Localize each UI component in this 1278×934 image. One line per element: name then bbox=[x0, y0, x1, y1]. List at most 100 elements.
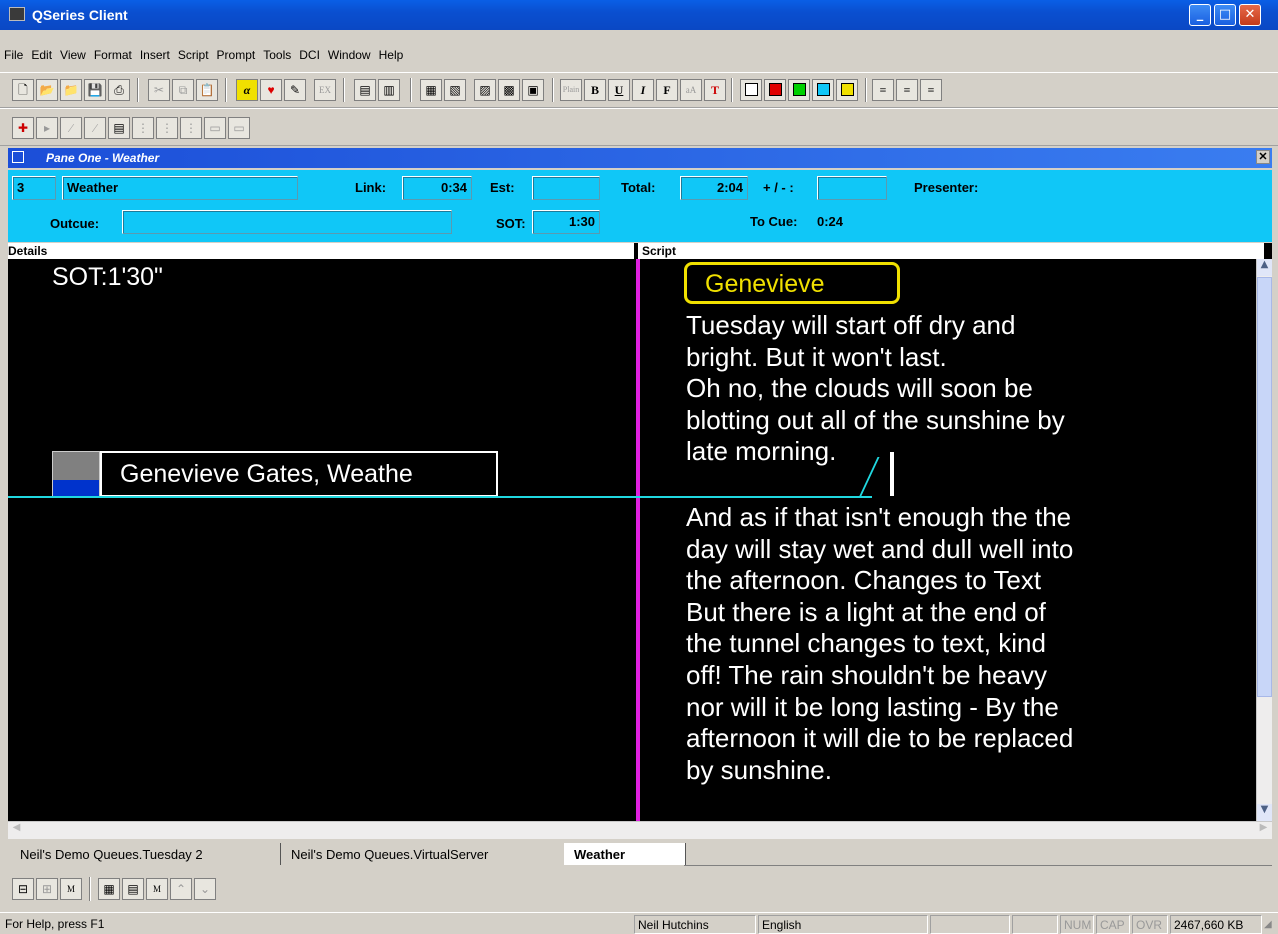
heart-icon[interactable]: ♥ bbox=[260, 79, 282, 101]
pane-restore-icon[interactable] bbox=[12, 151, 24, 163]
tab-weather[interactable]: Weather bbox=[564, 843, 686, 865]
close-button[interactable]: ✕ bbox=[1239, 4, 1261, 26]
paste-icon[interactable]: 📋 bbox=[196, 79, 218, 101]
columns-view-icon[interactable]: ⊞ bbox=[36, 878, 58, 900]
open-icon[interactable]: 📂 bbox=[36, 79, 58, 101]
split-view-icon[interactable]: ⊟ bbox=[12, 878, 34, 900]
item-10-icon[interactable]: ▭ bbox=[228, 117, 250, 139]
menu-view[interactable]: View bbox=[56, 44, 90, 66]
menu-bar: File Edit View Format Insert Script Prompt Tool… bbox=[0, 44, 1278, 66]
vertical-scrollbar[interactable]: ▲ ▼ bbox=[1256, 259, 1272, 821]
script-view-icon[interactable]: ▤ bbox=[122, 878, 144, 900]
font-color-icon[interactable]: T bbox=[704, 79, 726, 101]
est-field[interactable] bbox=[532, 176, 600, 200]
sot-field[interactable]: 1:30 bbox=[532, 210, 600, 234]
graphic-thumbnail-icon[interactable] bbox=[52, 451, 100, 497]
color-cyan-icon[interactable] bbox=[812, 79, 834, 101]
toolbar-separator bbox=[137, 78, 139, 102]
prompt-stop-icon[interactable]: ▥ bbox=[378, 79, 400, 101]
color-white-icon[interactable] bbox=[740, 79, 762, 101]
details-pane[interactable]: SOT:1'30" Genevieve Gates, Weathe bbox=[8, 259, 636, 821]
case-icon[interactable]: aA bbox=[680, 79, 702, 101]
menu-dci[interactable]: DCI bbox=[295, 44, 324, 66]
horizontal-scrollbar[interactable]: ◀ ▶ bbox=[8, 821, 1272, 839]
layout-1-icon[interactable]: ▦ bbox=[420, 79, 442, 101]
layout-3-icon[interactable]: ▨ bbox=[474, 79, 496, 101]
story-number-field[interactable]: 3 bbox=[12, 176, 56, 200]
scroll-thumb[interactable] bbox=[1257, 277, 1272, 697]
new-icon[interactable]: 🗋 bbox=[12, 79, 34, 101]
text-cursor bbox=[890, 452, 894, 496]
menu-format[interactable]: Format bbox=[90, 44, 136, 66]
prompt-icon[interactable]: ▤ bbox=[354, 79, 376, 101]
print-icon[interactable]: ⎙ bbox=[108, 79, 130, 101]
item-9-icon[interactable]: ▭ bbox=[204, 117, 226, 139]
reverse-icon[interactable]: F bbox=[656, 79, 678, 101]
align-center-icon[interactable]: ≡ bbox=[896, 79, 918, 101]
scroll-right-icon[interactable]: ▶ bbox=[1255, 822, 1272, 839]
menu-edit[interactable]: Edit bbox=[27, 44, 56, 66]
underline-icon[interactable]: U bbox=[608, 79, 630, 101]
menu-prompt[interactable]: Prompt bbox=[213, 44, 260, 66]
menu-insert[interactable]: Insert bbox=[136, 44, 174, 66]
presenter-tag[interactable]: Genevieve bbox=[684, 262, 900, 304]
graphic-caption[interactable]: Genevieve Gates, Weathe bbox=[100, 451, 498, 497]
scroll-left-icon[interactable]: ◀ bbox=[8, 822, 25, 839]
slug-field[interactable]: Weather bbox=[62, 176, 298, 200]
pane-close-icon[interactable]: ✕ bbox=[1256, 150, 1270, 164]
color-green-icon[interactable] bbox=[788, 79, 810, 101]
italic-icon[interactable]: I bbox=[632, 79, 654, 101]
item-5-icon[interactable]: ▤ bbox=[108, 117, 130, 139]
scroll-down-icon[interactable]: ▼ bbox=[1257, 804, 1272, 821]
plain-icon[interactable]: Plain bbox=[560, 79, 582, 101]
item-4-icon[interactable]: ∕ bbox=[84, 117, 106, 139]
tab-tuesday-2[interactable]: Neil's Demo Queues.Tuesday 2 bbox=[10, 843, 274, 865]
m-view-icon[interactable]: M bbox=[60, 878, 82, 900]
bold-icon[interactable]: B bbox=[584, 79, 606, 101]
toolbar-separator bbox=[89, 877, 91, 901]
menu-help[interactable]: Help bbox=[375, 44, 408, 66]
rundown-icon[interactable]: ▦ bbox=[98, 878, 120, 900]
menu-window[interactable]: Window bbox=[324, 44, 375, 66]
script-cue-line bbox=[636, 496, 872, 498]
menu-tools[interactable]: Tools bbox=[259, 44, 295, 66]
outcue-field[interactable] bbox=[122, 210, 452, 234]
layout-4-icon[interactable]: ▩ bbox=[498, 79, 520, 101]
align-right-icon[interactable]: ≡ bbox=[920, 79, 942, 101]
color-yellow-icon[interactable] bbox=[836, 79, 858, 101]
copy-icon[interactable]: ⧉ bbox=[172, 79, 194, 101]
item-7-icon[interactable]: ⋮ bbox=[156, 117, 178, 139]
save-icon[interactable]: 💾 bbox=[84, 79, 106, 101]
cut-icon[interactable]: ✂ bbox=[148, 79, 170, 101]
item-2-icon[interactable]: ▸ bbox=[36, 117, 58, 139]
scroll-up-icon[interactable]: ▲ bbox=[1257, 259, 1272, 276]
zoom-in-icon[interactable]: ⌃ bbox=[170, 878, 192, 900]
note-icon[interactable]: ✎ bbox=[284, 79, 306, 101]
align-left-icon[interactable]: ≡ bbox=[872, 79, 894, 101]
zoom-out-icon[interactable]: ⌄ bbox=[194, 878, 216, 900]
item-8-icon[interactable]: ⋮ bbox=[180, 117, 202, 139]
ex-icon[interactable]: EX bbox=[314, 79, 336, 101]
resize-grip-icon[interactable]: ◢ bbox=[1264, 919, 1276, 931]
menu-script[interactable]: Script bbox=[174, 44, 213, 66]
add-item-icon[interactable]: ✚ bbox=[12, 117, 34, 139]
item-6-icon[interactable]: ⋮ bbox=[132, 117, 154, 139]
minimize-button[interactable]: _ bbox=[1189, 4, 1211, 26]
status-bar: For Help, press F1 Neil Hutchins English… bbox=[0, 912, 1278, 934]
layout-2-icon[interactable]: ▧ bbox=[444, 79, 466, 101]
total-field[interactable]: 2:04 bbox=[680, 176, 748, 200]
script-block-2[interactable]: And as if that isn't enough the the day … bbox=[686, 502, 1073, 786]
plusminus-field[interactable] bbox=[817, 176, 887, 200]
menu-file[interactable]: File bbox=[0, 44, 27, 66]
open-folder-icon[interactable]: 📁 bbox=[60, 79, 82, 101]
maximize-button[interactable]: □ bbox=[1214, 4, 1236, 26]
layout-5-icon[interactable]: ▣ bbox=[522, 79, 544, 101]
tab-virtualserver[interactable]: Neil's Demo Queues.VirtualServer bbox=[280, 843, 562, 865]
color-red-icon[interactable] bbox=[764, 79, 786, 101]
link-field[interactable]: 0:34 bbox=[402, 176, 472, 200]
script-pane[interactable]: Genevieve Tuesday will start off dry and… bbox=[636, 259, 1256, 821]
cue-icon[interactable]: α bbox=[236, 79, 258, 101]
item-3-icon[interactable]: ∕ bbox=[60, 117, 82, 139]
media-icon[interactable]: M bbox=[146, 878, 168, 900]
script-block-1[interactable]: Tuesday will start off dry and bright. B… bbox=[686, 310, 1065, 468]
